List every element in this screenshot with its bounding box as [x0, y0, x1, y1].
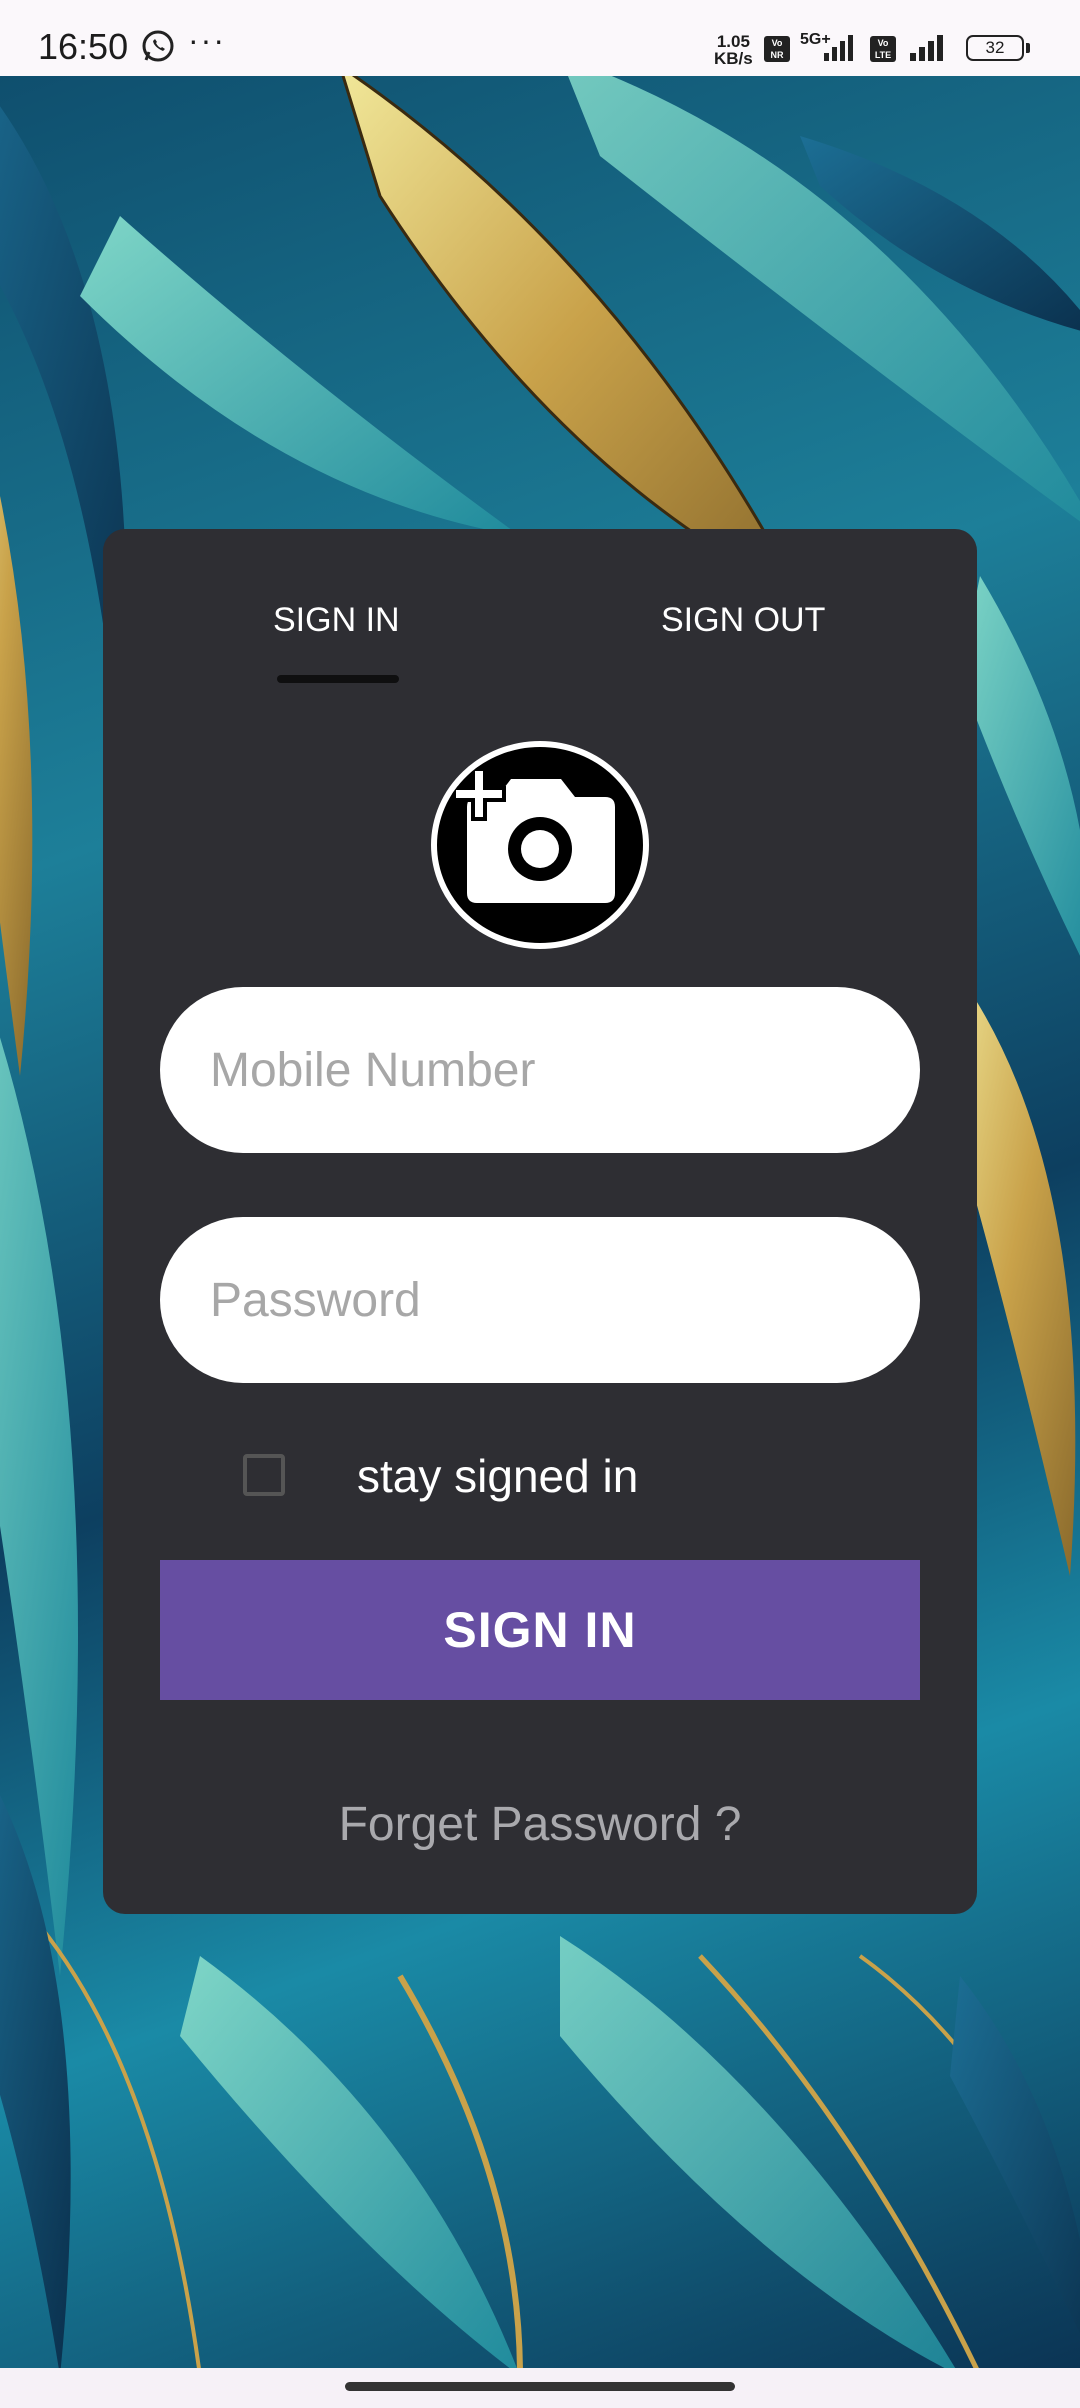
profile-photo-picker[interactable]	[431, 741, 649, 949]
home-gesture-handle[interactable]	[345, 2382, 735, 2391]
sign-in-button[interactable]: SIGN IN	[160, 1560, 920, 1700]
status-bar: 16:50 ··· 1.05 KB/s Vo NR 5G+ Vo LTE 32	[0, 0, 1080, 76]
volte-badge: Vo LTE	[870, 36, 896, 62]
battery-tip	[1026, 43, 1030, 53]
tab-sign-in[interactable]: SIGN IN	[273, 601, 400, 640]
add-photo-camera-icon	[452, 767, 615, 903]
mobile-number-input[interactable]	[160, 987, 920, 1153]
active-tab-indicator	[277, 675, 399, 683]
network-speed-value: 1.05	[716, 32, 750, 51]
signal-icon	[824, 35, 853, 61]
signal-icon-2	[910, 35, 943, 61]
login-card: SIGN IN SIGN OUT stay signed in SIGN IN …	[103, 529, 977, 1914]
stay-signed-in-checkbox[interactable]	[243, 1454, 285, 1496]
stay-signed-in-label: stay signed in	[357, 1450, 639, 1502]
status-time: 16:50	[38, 26, 129, 67]
password-input[interactable]	[160, 1217, 920, 1383]
battery-icon: 32	[966, 35, 1024, 61]
vonr-badge: Vo NR	[764, 36, 790, 62]
tab-sign-out[interactable]: SIGN OUT	[661, 601, 825, 640]
forget-password-link[interactable]: Forget Password ?	[103, 1797, 977, 1852]
network-speed-unit: KB/s	[714, 49, 753, 68]
more-notifications-icon: ···	[188, 22, 226, 58]
whatsapp-icon	[140, 28, 176, 64]
network-speed: 1.05 KB/s	[714, 33, 753, 67]
